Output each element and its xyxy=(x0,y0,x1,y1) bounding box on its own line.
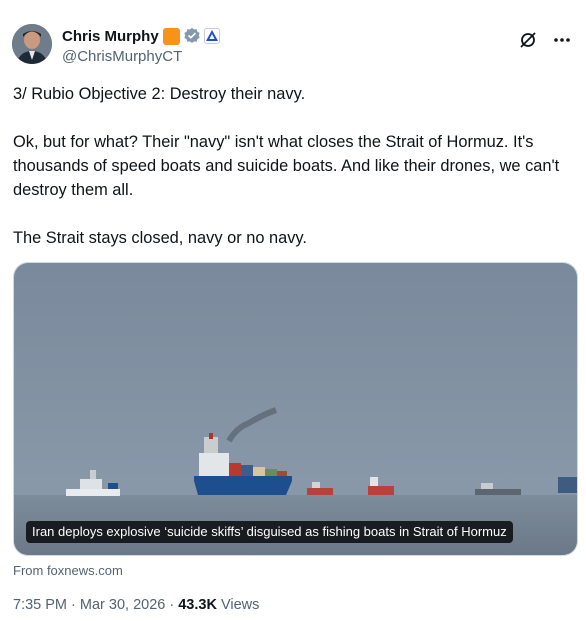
grok-icon[interactable] xyxy=(518,30,538,50)
tweet-paragraph: Ok, but for what? Their "navy" isn't wha… xyxy=(13,133,560,199)
verified-badge-icon[interactable] xyxy=(183,27,201,45)
tweet-meta: 7:35 PM · Mar 30, 2026 · 43.3K Views xyxy=(13,597,259,613)
author-handle[interactable]: @ChrisMurphyCT xyxy=(62,48,220,65)
more-options-icon[interactable] xyxy=(552,30,572,50)
tweet-line: The Strait stays closed, navy or no navy… xyxy=(13,229,307,247)
orange-square-badge xyxy=(162,27,180,45)
tweet-line: 3/ Rubio Objective 2: Destroy their navy… xyxy=(13,85,306,103)
tweet-header: Chris Murphy @ChrisMurphyCT xyxy=(12,18,574,68)
media-caption: Iran deploys explosive ‘suicide skiffs’ … xyxy=(26,521,513,543)
display-name[interactable]: Chris Murphy xyxy=(62,28,159,45)
top-actions xyxy=(518,30,572,50)
tweet-text: 3/ Rubio Objective 2: Destroy their navy… xyxy=(13,82,573,250)
timestamp[interactable]: 7:35 PM · Mar 30, 2026 · xyxy=(13,597,178,613)
views-label: Views xyxy=(216,597,260,613)
link-source[interactable]: From foxnews.com xyxy=(13,563,123,578)
distant-ship xyxy=(558,477,577,493)
link-card-media[interactable]: Iran deploys explosive ‘suicide skiffs’ … xyxy=(13,262,578,556)
author-names: Chris Murphy @ChrisMurphyCT xyxy=(62,26,220,65)
ships-photo xyxy=(14,263,577,555)
views-count[interactable]: 43.3K xyxy=(178,597,217,613)
affiliate-badge-icon[interactable] xyxy=(203,28,220,44)
avatar[interactable] xyxy=(12,24,52,64)
